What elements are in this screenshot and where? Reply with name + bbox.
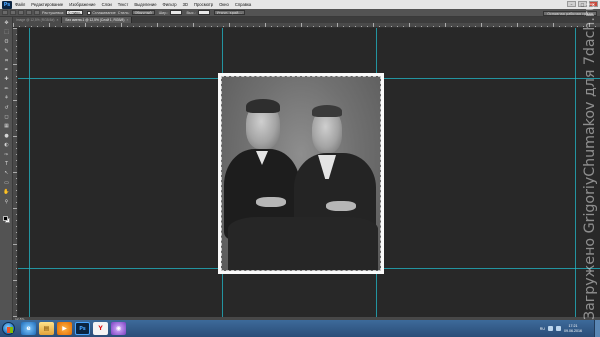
antialias-label: Сглаживание: [92, 10, 116, 15]
lasso-icon-glyph: ʘ: [4, 38, 9, 45]
lasso-icon[interactable]: ʘ: [3, 39, 10, 45]
minimize-button[interactable]: –: [567, 1, 576, 7]
quick-select-icon-glyph: ✎: [4, 48, 9, 55]
height-input[interactable]: [197, 10, 210, 15]
menu-type[interactable]: Текст: [118, 2, 129, 7]
eyedropper-icon-glyph: ✒: [4, 67, 9, 73]
gradient-icon[interactable]: ▦: [3, 123, 10, 129]
menu-layers[interactable]: Слои: [102, 2, 112, 7]
menu-image[interactable]: Изображение: [69, 2, 95, 7]
tool-preset-icon[interactable]: [2, 10, 8, 15]
yandex-browser-icon[interactable]: Y: [93, 322, 108, 335]
brush-icon-glyph: ✏: [4, 85, 9, 92]
figure-left-hair: [246, 99, 280, 113]
clock-date: 09.06.2016: [564, 328, 582, 333]
watermark-text: Загружено GrigoriyChumakov для 7dach.ru: [582, 2, 598, 320]
style-label: Стиль:: [117, 10, 130, 15]
intersect-selection-icon[interactable]: [34, 10, 40, 15]
type-icon[interactable]: T: [3, 161, 10, 167]
shape-icon-glyph: ▭: [4, 179, 9, 186]
blur-icon[interactable]: ●: [3, 133, 10, 139]
brush-icon[interactable]: ✏: [3, 86, 10, 92]
menu-3d[interactable]: 3D: [183, 2, 188, 7]
clone-stamp-icon[interactable]: ⚘: [3, 95, 10, 101]
style-select[interactable]: Обычный: [131, 10, 155, 15]
marquee-icon[interactable]: ⬚: [3, 29, 10, 35]
history-brush-icon-glyph: ↺: [4, 104, 9, 111]
show-desktop-button[interactable]: [594, 320, 600, 337]
photo-layer[interactable]: [218, 73, 384, 274]
move-icon-glyph: ✥: [4, 20, 9, 26]
photoshop-icon[interactable]: Ps: [75, 322, 90, 335]
clock[interactable]: 17:21 09.06.2016: [564, 324, 582, 333]
menu-file[interactable]: Файл: [15, 2, 25, 7]
crop-icon-glyph: ⌗: [5, 57, 8, 64]
refine-edge-button[interactable]: Уточн. край...: [213, 10, 245, 15]
eyedropper-icon[interactable]: ✒: [3, 67, 10, 73]
media-player-icon[interactable]: ▶: [57, 322, 72, 335]
menu-help[interactable]: Справка: [235, 2, 251, 7]
network-icon[interactable]: [548, 326, 553, 331]
photoshop-logo-icon: Ps: [2, 0, 12, 9]
history-brush-icon[interactable]: ↺: [3, 105, 10, 111]
hand-icon[interactable]: ✋: [3, 189, 10, 195]
pen-icon-glyph: ✑: [4, 151, 9, 158]
feather-input[interactable]: 0 пикс.: [66, 10, 84, 15]
menu-filter[interactable]: Фильтр: [163, 2, 177, 7]
figures-legs: [228, 217, 378, 270]
options-bar: Растушевка: 0 пикс. Сглаживание Стиль: О…: [0, 9, 600, 17]
dodge-icon-glyph: ◐: [4, 142, 9, 149]
height-label: Выс.:: [186, 10, 196, 15]
new-selection-icon[interactable]: [10, 10, 16, 15]
app-icon[interactable]: ◉: [111, 322, 126, 335]
marquee-icon-glyph: ⬚: [4, 29, 9, 36]
subtract-selection-icon[interactable]: [26, 10, 32, 15]
volume-icon[interactable]: [556, 326, 561, 331]
crop-icon[interactable]: ⌗: [3, 58, 10, 64]
hand-icon-glyph: ✋: [3, 189, 10, 196]
type-icon-glyph: T: [4, 161, 9, 167]
gradient-icon-glyph: ▦: [4, 123, 9, 130]
foreground-color-swatch[interactable]: [3, 216, 8, 221]
guide-vertical[interactable]: [29, 28, 30, 317]
path-select-icon-glyph: ↖: [4, 170, 9, 177]
healing-icon-glyph: ✚: [4, 76, 9, 83]
antialias-checkbox[interactable]: [87, 10, 92, 15]
path-select-icon[interactable]: ↖: [3, 170, 10, 176]
eraser-icon[interactable]: ◻: [3, 114, 10, 120]
eraser-icon-glyph: ◻: [4, 114, 9, 120]
menu-bar: Ps Файл Редактирование Изображение Слои …: [0, 0, 600, 9]
move-icon[interactable]: ✥: [3, 20, 10, 26]
photo-image: [221, 76, 381, 271]
clone-stamp-icon-glyph: ⚘: [4, 95, 9, 102]
tools-panel: ✥ ⬚ ʘ ✎ ⌗ ✒ ✚ ✏ ⚘ ↺ ◻ ▦ ● ◐ ✑ T ↖ ▭ ✋ ⚲: [0, 17, 13, 320]
dodge-icon[interactable]: ◐: [3, 142, 10, 148]
internet-explorer-icon[interactable]: e: [21, 322, 36, 335]
canvas-area[interactable]: [18, 28, 600, 317]
menu-view[interactable]: Просмотр: [194, 2, 213, 7]
feather-label: Растушевка:: [42, 10, 65, 15]
figure-right-hands: [326, 201, 356, 211]
guide-vertical[interactable]: [575, 28, 576, 317]
figure-left-hands: [256, 197, 286, 207]
figure-right-hair: [312, 105, 342, 117]
menu-edit[interactable]: Редактирование: [31, 2, 63, 7]
start-button[interactable]: [2, 322, 15, 335]
zoom-icon-glyph: ⚲: [4, 198, 9, 205]
shape-icon[interactable]: ▭: [3, 180, 10, 186]
quick-select-icon[interactable]: ✎: [3, 48, 10, 54]
folder-icon[interactable]: ▤: [39, 322, 54, 335]
pen-icon[interactable]: ✑: [3, 152, 10, 158]
menu-window[interactable]: Окно: [219, 2, 229, 7]
zoom-icon[interactable]: ⚲: [3, 199, 10, 205]
blur-icon-glyph: ●: [4, 132, 9, 139]
width-input[interactable]: [170, 10, 183, 15]
system-tray: RU 17:21 09.06.2016: [540, 320, 582, 337]
menu-select[interactable]: Выделение: [134, 2, 156, 7]
language-indicator[interactable]: RU: [540, 327, 545, 331]
add-selection-icon[interactable]: [18, 10, 24, 15]
windows-taskbar: e ▤ ▶ Ps Y ◉ RU 17:21 09.06.2016: [0, 320, 600, 337]
healing-icon[interactable]: ✚: [3, 76, 10, 82]
width-label: Шир.:: [158, 10, 169, 15]
